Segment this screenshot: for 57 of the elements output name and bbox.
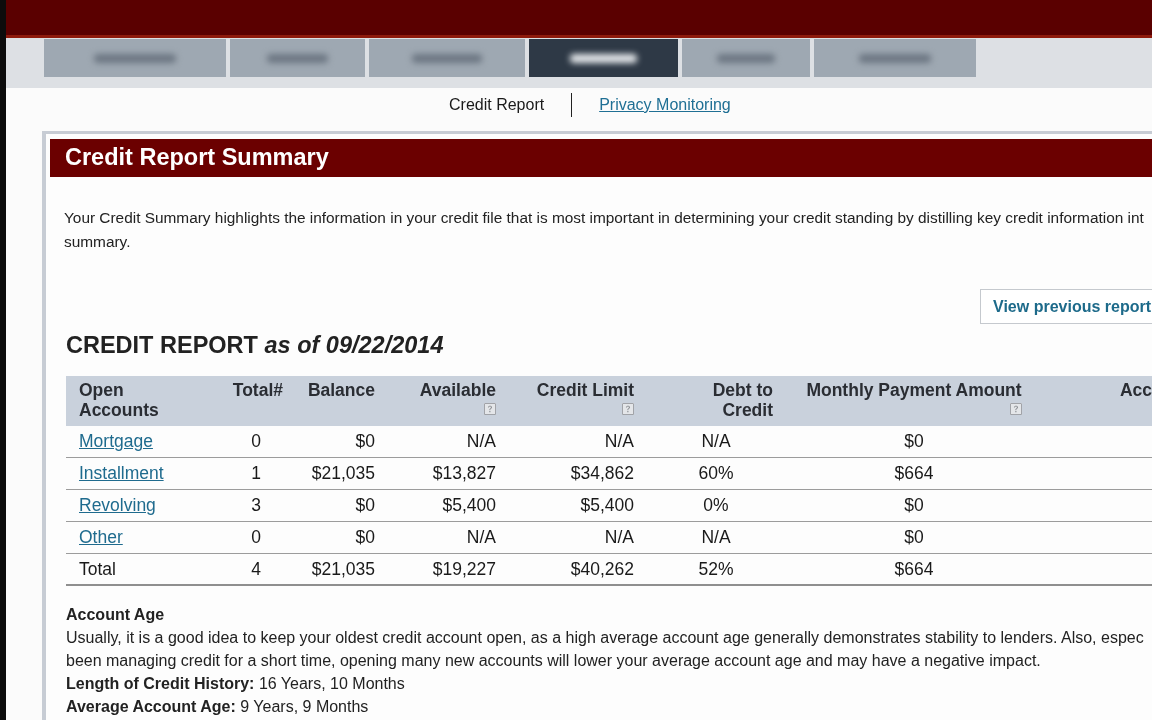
intro-text: Your Credit Summary highlights the information in your credit file that is most important in determining your credit standing by distilling key credit information int summary. — [64, 208, 1145, 252]
column-header: Available — [419, 380, 496, 400]
table-cell-text: $0 — [355, 526, 375, 550]
help-icon[interactable] — [622, 403, 634, 415]
table-cell-text: $5,400 — [580, 494, 634, 518]
table-cell-text: $19,227 — [432, 557, 496, 581]
table-cell-text: $664 — [894, 557, 934, 581]
table-cell-text: $0 — [904, 430, 924, 454]
table-cell-text: $21,035 — [311, 557, 375, 581]
table-cell-text: 0 — [251, 526, 261, 550]
table-cell-text: $0 — [355, 494, 375, 518]
fact-text: Length of Credit History: 16 Years, 10 Months — [66, 674, 406, 694]
table-cell-text: N/A — [701, 526, 731, 550]
column-header: Acc — [1119, 380, 1152, 400]
table-cell-text: N/A — [466, 430, 496, 454]
table-cell-text: $0 — [904, 526, 924, 550]
table-cell-text: N/A — [466, 526, 496, 550]
table-cell-text: $21,035 — [311, 462, 375, 486]
subnav-tab[interactable]: Privacy Monitoring — [599, 93, 731, 117]
table-cell-text: 0% — [703, 494, 729, 518]
table-cell-text: $664 — [894, 462, 934, 486]
table-cell-text: 4 — [251, 557, 261, 581]
nav-tab[interactable] — [529, 39, 678, 77]
account-age-text: Usually, it is a good idea to keep your oldest credit account open, as a high average account age generally demonstrates stability to lenders. Also, espec been managing credit for a short time, opening many new accounts will lower your average account age and may have a negative impact. — [66, 628, 1145, 671]
help-icon[interactable] — [1009, 403, 1022, 415]
column-header: Balance — [307, 380, 375, 400]
report-heading: CREDIT REPORT as of 09/22/2014 — [66, 332, 445, 358]
column-header: Open Accounts — [79, 380, 160, 420]
column-header: Debt to Credit — [711, 380, 773, 420]
column-header: Credit Limit — [536, 380, 634, 400]
table-cell-text: $34,862 — [570, 462, 634, 486]
table-cell-text: $0 — [904, 494, 924, 518]
table-cell-text: 1 — [251, 462, 261, 486]
panel-title: Credit Report Summary — [50, 139, 1152, 177]
table-cell-text: N/A — [604, 526, 634, 550]
table-cell-text: $5,400 — [442, 494, 496, 518]
account-link[interactable]: Installment — [79, 460, 164, 487]
table-cell-text: Total — [79, 557, 116, 581]
account-link[interactable]: Mortgage — [79, 428, 153, 455]
section-title: Account Age — [66, 605, 166, 625]
column-header: Total# — [232, 380, 283, 400]
table-cell-text: N/A — [701, 430, 731, 454]
account-link[interactable]: Revolving — [79, 492, 156, 519]
table-cell-text: 0 — [251, 430, 261, 454]
table-cell-text: $40,262 — [570, 557, 634, 581]
table-cell-text: 60% — [698, 462, 734, 486]
table-cell-text: $0 — [355, 430, 375, 454]
account-link[interactable]: Other — [79, 524, 123, 551]
table-cell-text: $13,827 — [432, 462, 496, 486]
table-cell-text: 52% — [698, 557, 734, 581]
table-cell-text: 3 — [251, 494, 261, 518]
table-cell-text: N/A — [604, 430, 634, 454]
subnav-tab[interactable]: Credit Report — [449, 93, 545, 117]
fact-text: Average Account Age: 9 Years, 9 Months — [66, 697, 370, 717]
help-icon[interactable] — [484, 403, 496, 415]
view-previous-report-button[interactable]: View previous report — [980, 289, 1152, 324]
column-header: Monthly Payment Amount — [806, 380, 1022, 400]
